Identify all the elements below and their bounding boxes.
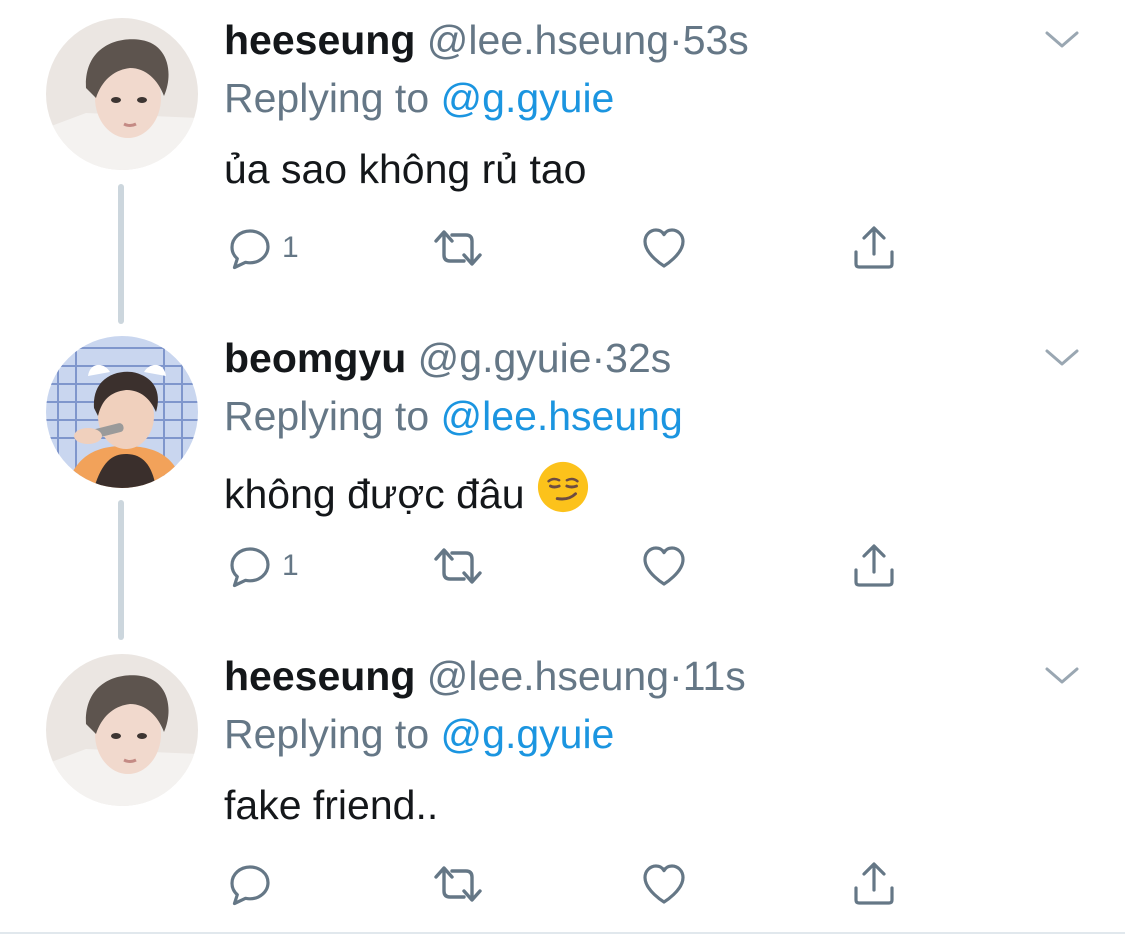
share-button[interactable] — [850, 222, 898, 274]
tweet-header: heeseung @lee.hseung·53s — [224, 14, 749, 66]
replying-to-label: Replying to — [224, 393, 430, 439]
tweet[interactable]: heeseung @lee.hseung·11s Replying to @g.… — [0, 636, 1125, 932]
beomgyu-avatar — [46, 336, 198, 488]
replying-to-label: Replying to — [224, 711, 430, 757]
heeseung-avatar — [46, 18, 198, 170]
avatar[interactable] — [46, 336, 198, 488]
chevron-down-icon[interactable] — [1042, 20, 1082, 60]
chevron-down-icon[interactable] — [1042, 656, 1082, 696]
reply-icon — [226, 224, 274, 272]
tweet-text: ủa sao không rủ tao — [224, 146, 587, 192]
smirking-face-emoji — [536, 460, 590, 514]
tweet-text-content: không được đâu — [224, 471, 525, 517]
separator-dot: · — [591, 335, 606, 381]
replying-to: Replying to @g.gyuie — [224, 708, 614, 760]
action-bar: 1 — [226, 222, 926, 274]
share-icon — [850, 224, 898, 272]
display-name[interactable]: heeseung — [224, 653, 415, 699]
retweet-icon — [430, 860, 486, 908]
like-button[interactable] — [640, 858, 688, 910]
replying-to: Replying to @lee.hseung — [224, 390, 683, 442]
username[interactable]: @g.gyuie — [418, 335, 592, 381]
username[interactable]: @lee.hseung — [427, 17, 669, 63]
heeseung-avatar — [46, 654, 198, 806]
avatar[interactable] — [46, 18, 198, 170]
like-button[interactable] — [640, 540, 688, 592]
tweet[interactable]: beomgyu @g.gyuie·32s Replying to @lee.hs… — [0, 318, 1125, 636]
replying-to-link[interactable]: @g.gyuie — [441, 75, 615, 121]
reply-button[interactable]: 1 — [226, 222, 299, 274]
retweet-button[interactable] — [430, 540, 486, 592]
like-icon — [640, 542, 688, 590]
like-button[interactable] — [640, 222, 688, 274]
separator-dot: · — [669, 17, 683, 63]
share-button[interactable] — [850, 858, 898, 910]
replying-to-link[interactable]: @lee.hseung — [441, 393, 683, 439]
divider — [0, 932, 1125, 934]
replying-to-link[interactable]: @g.gyuie — [441, 711, 615, 757]
reply-button[interactable]: 1 — [226, 540, 299, 592]
replying-to: Replying to @g.gyuie — [224, 72, 614, 124]
like-icon — [640, 860, 688, 908]
retweet-button[interactable] — [430, 858, 486, 910]
tweet-header: beomgyu @g.gyuie·32s — [224, 332, 671, 384]
reply-icon — [226, 542, 274, 590]
tweet-text: fake friend.. — [224, 782, 439, 828]
retweet-button[interactable] — [430, 222, 486, 274]
timestamp[interactable]: 32s — [605, 335, 671, 381]
tweet-header: heeseung @lee.hseung·11s — [224, 650, 746, 702]
reply-count: 1 — [282, 549, 299, 582]
tweet[interactable]: heeseung @lee.hseung·53s Replying to @g.… — [0, 0, 1125, 318]
reply-button[interactable] — [226, 858, 282, 910]
separator-dot: · — [669, 653, 683, 699]
chevron-down-icon[interactable] — [1042, 338, 1082, 378]
replying-to-label: Replying to — [224, 75, 430, 121]
timestamp[interactable]: 11s — [683, 653, 746, 699]
action-bar: 1 — [226, 540, 926, 592]
share-icon — [850, 542, 898, 590]
share-icon — [850, 860, 898, 908]
username[interactable]: @lee.hseung — [427, 653, 669, 699]
avatar[interactable] — [46, 654, 198, 806]
like-icon — [640, 224, 688, 272]
tweet-text: không được đâu — [224, 460, 590, 521]
display-name[interactable]: heeseung — [224, 17, 415, 63]
retweet-icon — [430, 224, 486, 272]
action-bar — [226, 858, 926, 910]
reply-count: 1 — [282, 231, 299, 264]
share-button[interactable] — [850, 540, 898, 592]
retweet-icon — [430, 542, 486, 590]
timestamp[interactable]: 53s — [683, 17, 749, 63]
display-name[interactable]: beomgyu — [224, 335, 406, 381]
reply-icon — [226, 860, 274, 908]
